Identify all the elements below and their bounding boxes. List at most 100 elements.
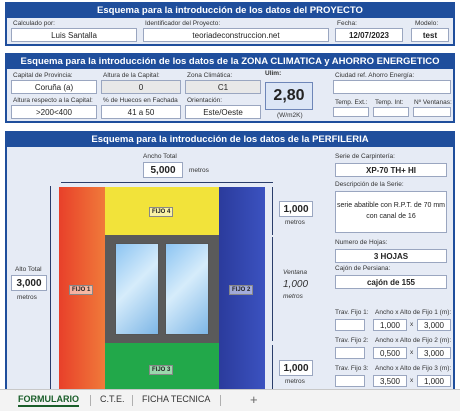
ancho-unit: metros [189, 167, 209, 174]
ventana-alto-value: 1,000 [283, 279, 309, 290]
zona-climatica-label: Zona Climática: [187, 72, 233, 79]
axa1-times: x [410, 321, 414, 328]
ancho-total-field[interactable]: 5,000 [143, 162, 183, 178]
ventana-dimension-line [272, 237, 273, 341]
ventana-hoja-derecha [165, 243, 209, 335]
ventana-hoja-izquierda [115, 243, 159, 335]
axa3-label: Ancho x Alto de Fijo 3 (m): [375, 365, 452, 372]
ventanas-field[interactable] [413, 107, 451, 117]
altura-relativa-field[interactable]: >200<400 [11, 105, 97, 119]
tab-ficha-tecnica[interactable]: FICHA TECNICA [142, 394, 210, 404]
ventana-label: Ventana [283, 269, 307, 276]
hojas-field[interactable]: 3 HOJAS [335, 249, 447, 263]
capital-field[interactable]: Coruña (a) [11, 80, 97, 94]
tab-separator [220, 395, 221, 406]
fijo1-zone[interactable]: FIJO 1 [59, 187, 105, 391]
ulim-label: Ulim: [265, 70, 282, 77]
huecos-field[interactable]: 41 a 50 [101, 105, 181, 119]
serie-label: Serie de Carpintería: [335, 153, 395, 160]
ancho-total-label: Ancho Total [143, 153, 177, 160]
fijo2-zone[interactable]: FIJO 2 [219, 187, 265, 391]
zona-climatica-field: C1 [185, 80, 261, 94]
sheet-tab-bar: FORMULARIO C.T.E. FICHA TECNICA + [0, 389, 460, 411]
ulim-unit: (W/m2K) [277, 112, 303, 119]
axa1-ancho-field[interactable]: 1,000 [373, 319, 407, 331]
axa3-times: x [410, 377, 414, 384]
axa3-alto-field[interactable]: 1,000 [417, 375, 451, 387]
orientacion-field[interactable]: Este/Oeste [185, 105, 261, 119]
fijo3-alto-field[interactable]: 1,000 [279, 360, 313, 376]
identificador-label: Identificador del Proyecto: [145, 20, 221, 27]
fijo4-alto-unit: metros [285, 219, 305, 226]
tab-cte[interactable]: C.T.E. [100, 394, 125, 404]
axa2-ancho-field[interactable]: 0,500 [373, 347, 407, 359]
trav-fijo1-label: Trav. Fijo 1: [335, 309, 369, 316]
fijo4-label: FIJO 4 [149, 207, 174, 217]
axa1-alto-field[interactable]: 3,000 [417, 319, 451, 331]
ventanas-label: Nº Ventanas: [414, 99, 452, 106]
descripcion-field: serie abatible con R.P.T. de 70 mm con c… [335, 191, 447, 233]
alto-total-field[interactable]: 3,000 [11, 275, 47, 291]
perfileria-section: Esquema para la introducción de los dato… [5, 131, 455, 391]
descripcion-line-1: serie abatible con R.P.T. de 70 mm [336, 202, 446, 209]
calculado-field[interactable]: Luis Santalla [11, 28, 137, 42]
altura-relativa-label: Altura respecto a la Capital: [13, 97, 93, 104]
proyecto-title: Esquema para la introducción de los dato… [7, 4, 453, 18]
temp-ext-label: Temp. Ext.: [335, 99, 368, 106]
perfileria-title: Esquema para la introducción de los dato… [7, 133, 453, 147]
modelo-field[interactable]: test [411, 28, 449, 42]
fijo3-dimension-line [272, 345, 273, 391]
zona-section: Esquema para la introducción de los dato… [5, 53, 455, 123]
cajon-field[interactable]: cajón de 155 [335, 275, 447, 289]
fijo3-alto-unit: metros [285, 378, 305, 385]
altura-capital-field: 0 [101, 80, 181, 94]
alto-unit: metros [17, 294, 37, 301]
tab-formulario[interactable]: FORMULARIO [18, 394, 79, 407]
altura-capital-label: Altura de la Capital: [103, 72, 160, 79]
ancho-dimension-line [61, 182, 273, 183]
trav-fijo2-field[interactable] [335, 347, 365, 359]
ciudad-label: Ciudad ref. Ahorro Energía: [335, 72, 415, 79]
trav-fijo3-label: Trav. Fijo 3: [335, 365, 369, 372]
capital-label: Capital de Provincia: [13, 72, 73, 79]
cajon-label: Cajón de Persiana: [335, 265, 391, 272]
fijo4-alto-field[interactable]: 1,000 [279, 201, 313, 217]
fecha-field[interactable]: 12/07/2023 [335, 28, 403, 42]
calculado-label: Calculado por: [13, 20, 55, 27]
ventana-frame[interactable] [105, 235, 219, 343]
ciudad-field[interactable] [333, 80, 451, 94]
fecha-label: Fecha: [337, 20, 357, 27]
axa2-alto-field[interactable]: 3,000 [417, 347, 451, 359]
tab-separator [132, 395, 133, 406]
axa1-label: Ancho x Alto de Fijo 1 (m): [375, 309, 452, 316]
descripcion-label: Descripción de la Serie: [335, 181, 404, 188]
tab-separator [90, 395, 91, 406]
add-sheet-icon[interactable]: + [250, 392, 258, 407]
axa2-times: x [410, 349, 414, 356]
fijo1-label: FIJO 1 [69, 285, 94, 295]
descripcion-line-2: con canal de 16 [366, 213, 416, 220]
fijo3-zone[interactable]: FIJO 3 [105, 343, 219, 391]
trav-fijo2-label: Trav. Fijo 2: [335, 337, 369, 344]
fijo2-label: FIJO 2 [229, 285, 254, 295]
serie-field[interactable]: XP-70 TH+ HI [335, 163, 447, 177]
temp-int-field[interactable] [373, 107, 409, 117]
axa3-ancho-field[interactable]: 3,500 [373, 375, 407, 387]
modelo-label: Modelo: [415, 20, 439, 27]
identificador-field[interactable]: teoriadeconstruccion.net [143, 28, 329, 42]
orientacion-label: Orientación: [187, 97, 223, 104]
zona-title: Esquema para la introducción de los dato… [7, 55, 453, 69]
axa2-label: Ancho x Alto de Fijo 2 (m): [375, 337, 452, 344]
fijo4-dimension-line [272, 187, 273, 235]
proyecto-section: Esquema para la introducción de los dato… [5, 2, 455, 46]
fijo4-zone[interactable]: FIJO 4 [105, 187, 219, 235]
huecos-label: % de Huecos en Fachada [103, 97, 178, 104]
trav-fijo1-field[interactable] [335, 319, 365, 331]
temp-ext-field[interactable] [333, 107, 369, 117]
temp-int-label: Temp. Int: [375, 99, 404, 106]
alto-total-label: Alto Total [15, 266, 42, 273]
trav-fijo3-field[interactable] [335, 375, 365, 387]
ulim-value: 2,80 [265, 82, 313, 110]
hojas-label: Numero de Hojas: [335, 239, 388, 246]
fijo3-label: FIJO 3 [149, 365, 174, 375]
